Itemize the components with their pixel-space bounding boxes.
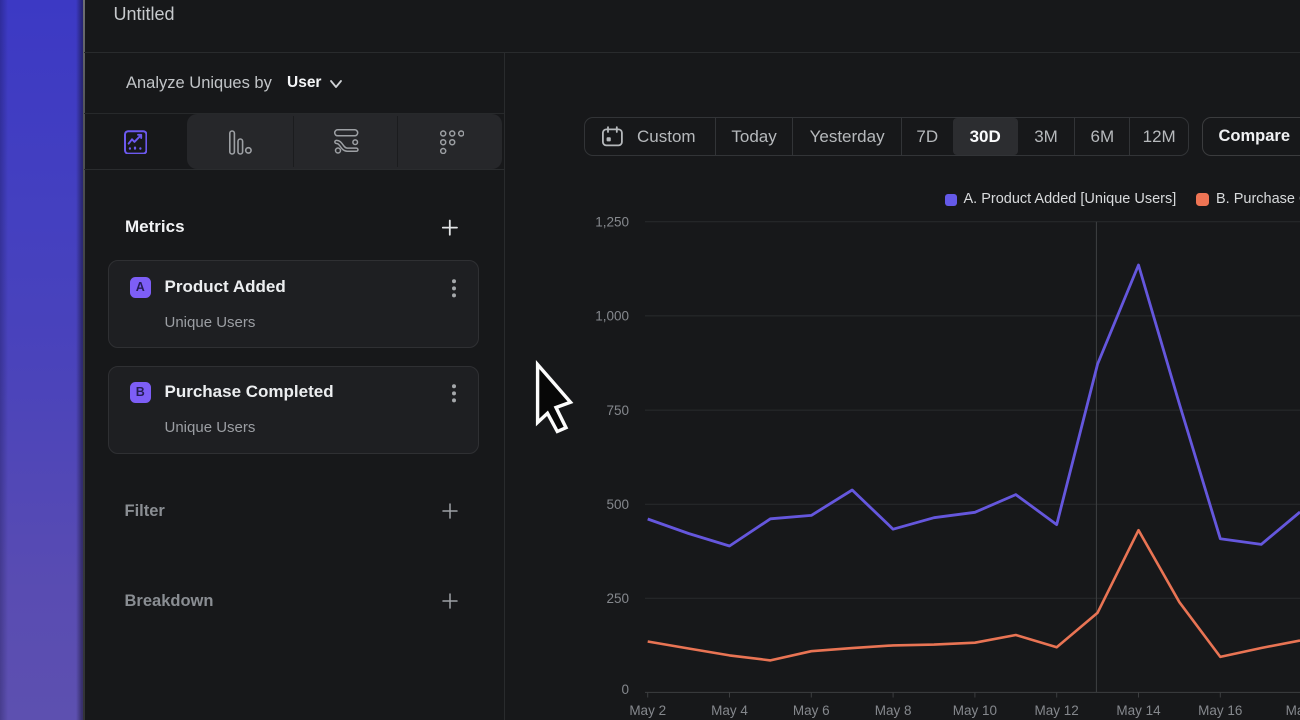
- svg-text:May 10: May 10: [953, 703, 997, 718]
- svg-text:May 8: May 8: [875, 703, 912, 718]
- svg-text:Ma: Ma: [1286, 703, 1300, 718]
- svg-text:1,000: 1,000: [595, 309, 629, 324]
- svg-text:May 2: May 2: [629, 703, 666, 718]
- svg-text:250: 250: [606, 591, 629, 606]
- svg-text:1,250: 1,250: [595, 214, 629, 229]
- svg-text:May 4: May 4: [711, 703, 748, 718]
- svg-text:May 14: May 14: [1116, 703, 1161, 718]
- svg-text:0: 0: [621, 682, 629, 697]
- svg-text:750: 750: [606, 403, 629, 418]
- svg-text:500: 500: [606, 497, 629, 512]
- svg-text:May 16: May 16: [1198, 703, 1242, 718]
- svg-text:May 6: May 6: [793, 703, 830, 718]
- svg-text:May 12: May 12: [1035, 703, 1079, 718]
